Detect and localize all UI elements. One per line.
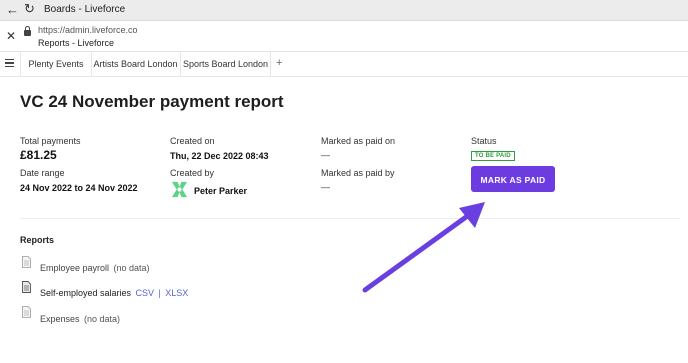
report-row-self-employed-salaries: Self-employed salaries CSV | XLSX [40,283,188,301]
marked-paid-on-value: — [321,150,330,160]
section-divider [20,218,680,219]
avatar [170,180,189,199]
marked-paid-on-label: Marked as paid on [321,136,396,146]
status-badge: TO BE PAID [471,151,515,161]
csv-download-link[interactable]: CSV [136,288,155,298]
document-icon [22,281,31,293]
tab-sports-board-london[interactable]: Sports Board London [181,52,271,76]
report-name: Expenses [40,314,80,324]
page-title: VC 24 November payment report [20,92,284,111]
close-icon[interactable]: ✕ [6,29,16,43]
report-name: Self-employed salaries [40,288,132,298]
page-subtitle: Reports - Liveforce [38,38,115,48]
hamburger-menu-icon[interactable] [5,59,14,68]
annotation-arrow-icon [362,202,485,293]
created-by-value: Peter Parker [194,186,248,196]
board-tabs: Plenty Events Artists Board London Sport… [0,52,688,77]
window-title: Boards - Liveforce [44,4,126,15]
address-bar: ✕ https://admin.liveforce.co Reports - L… [0,21,688,52]
total-payments-value: £81.25 [20,148,57,162]
date-range-value: 24 Nov 2022 to 24 Nov 2022 [20,183,138,193]
link-separator: | [158,288,161,298]
document-icon [22,256,31,268]
page-url[interactable]: https://admin.liveforce.co [38,25,138,35]
tab-artists-board-london[interactable]: Artists Board London [91,52,181,76]
browser-titlebar: ← ↻ Boards - Liveforce [0,0,688,21]
marked-paid-by-label: Marked as paid by [321,168,395,178]
date-range-label: Date range [20,168,65,178]
reports-heading: Reports [20,235,55,245]
document-icon [22,306,31,318]
mark-as-paid-button[interactable]: MARK AS PAID [471,166,555,192]
status-label: Status [471,136,497,146]
add-tab-plus-icon[interactable]: + [276,57,282,69]
report-row-expenses: Expenses (no data) [40,309,120,327]
created-on-label: Created on [170,136,215,146]
lock-icon [24,26,31,36]
tab-plenty-events[interactable]: Plenty Events [20,52,92,76]
report-row-employee-payroll: Employee payroll (no data) [40,258,150,276]
created-by-label: Created by [170,168,215,178]
created-on-value: Thu, 22 Dec 2022 08:43 [170,151,269,161]
report-no-data: (no data) [83,314,121,324]
report-no-data: (no data) [113,263,150,273]
back-arrow-icon[interactable]: ← [6,2,19,17]
marked-paid-by-value: — [321,182,330,192]
reload-icon[interactable]: ↻ [24,1,35,17]
xlsx-download-link[interactable]: XLSX [165,288,188,298]
total-payments-label: Total payments [20,136,81,146]
report-name: Employee payroll [40,263,110,273]
